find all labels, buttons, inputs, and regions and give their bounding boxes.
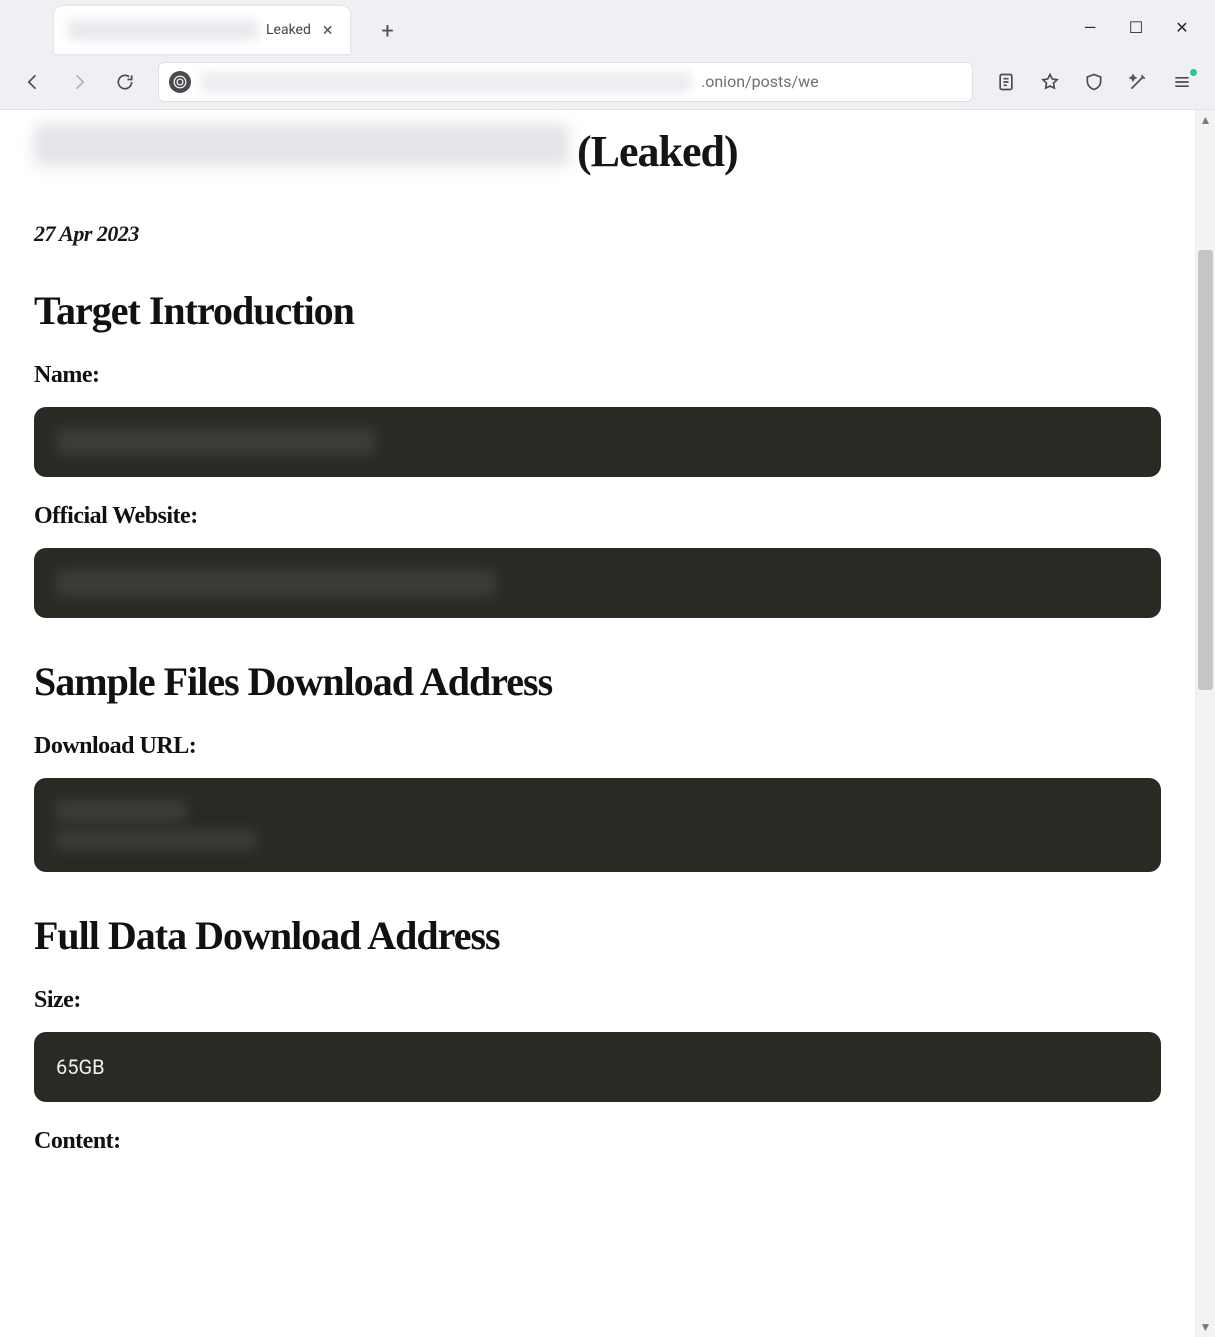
value-size: 65GB (56, 1055, 105, 1079)
star-icon (1040, 72, 1060, 92)
vertical-scrollbar[interactable]: ▲ ▼ (1195, 110, 1215, 1337)
shield-icon (1084, 72, 1104, 92)
tab-close-button[interactable]: × (319, 18, 337, 43)
label-size: Size: (34, 987, 1161, 1014)
page-title: (Leaked) (34, 124, 1161, 177)
tab-title-suffix: Leaked (266, 22, 311, 38)
hamburger-icon (1172, 72, 1192, 92)
post-date: 27 Apr 2023 (34, 221, 1161, 247)
arrow-left-icon (23, 72, 43, 92)
bookmark-button[interactable] (1031, 63, 1069, 101)
value-download-url-redacted-1 (56, 800, 186, 822)
page-title-suffix: (Leaked) (577, 126, 738, 177)
scroll-down-button[interactable]: ▼ (1196, 1317, 1215, 1337)
label-download-url: Download URL: (34, 733, 1161, 760)
label-official-website: Official Website: (34, 503, 1161, 530)
browser-toolbar: .onion/posts/we (0, 54, 1215, 110)
label-name: Name: (34, 362, 1161, 389)
arrow-right-icon (69, 72, 89, 92)
browser-tab[interactable]: Leaked × (54, 6, 350, 54)
sparkle-button[interactable] (1119, 63, 1157, 101)
value-name-box (34, 407, 1161, 477)
url-visible-suffix: .onion/posts/we (701, 72, 819, 91)
reload-button[interactable] (106, 63, 144, 101)
forward-button[interactable] (60, 63, 98, 101)
app-menu-button[interactable] (1163, 63, 1201, 101)
label-content: Content: (34, 1128, 1161, 1155)
tab-title-redacted (68, 20, 258, 40)
window-close-button[interactable]: ✕ (1171, 18, 1193, 37)
reader-mode-button[interactable] (987, 63, 1025, 101)
window-maximize-button[interactable]: ☐ (1125, 18, 1147, 37)
value-size-box: 65GB (34, 1032, 1161, 1102)
value-website-redacted (56, 570, 496, 596)
reader-icon (996, 72, 1016, 92)
address-bar[interactable]: .onion/posts/we (158, 62, 973, 102)
window-controls: — ☐ ✕ (1057, 0, 1215, 55)
reload-icon (115, 72, 135, 92)
window-minimize-button[interactable]: — (1079, 18, 1101, 37)
page-viewport: (Leaked) 27 Apr 2023 Target Introduction… (0, 110, 1215, 1337)
onion-site-icon (169, 71, 191, 93)
back-button[interactable] (14, 63, 52, 101)
new-tab-button[interactable]: + (370, 14, 404, 48)
section-target-intro: Target Introduction (34, 287, 1161, 334)
value-website-box (34, 548, 1161, 618)
page-title-redacted (34, 124, 569, 166)
url-redacted (201, 72, 691, 92)
value-download-url-box (34, 778, 1161, 872)
scroll-up-button[interactable]: ▲ (1196, 110, 1215, 130)
scroll-thumb[interactable] (1198, 250, 1213, 690)
wand-icon (1128, 72, 1148, 92)
section-sample-files: Sample Files Download Address (34, 658, 1161, 705)
section-full-data: Full Data Download Address (34, 912, 1161, 959)
value-name-redacted (56, 429, 376, 455)
titlebar: Leaked × + (0, 0, 1215, 54)
page-content: (Leaked) 27 Apr 2023 Target Introduction… (0, 110, 1195, 1337)
shield-button[interactable] (1075, 63, 1113, 101)
value-download-url-redacted-2 (56, 830, 256, 850)
